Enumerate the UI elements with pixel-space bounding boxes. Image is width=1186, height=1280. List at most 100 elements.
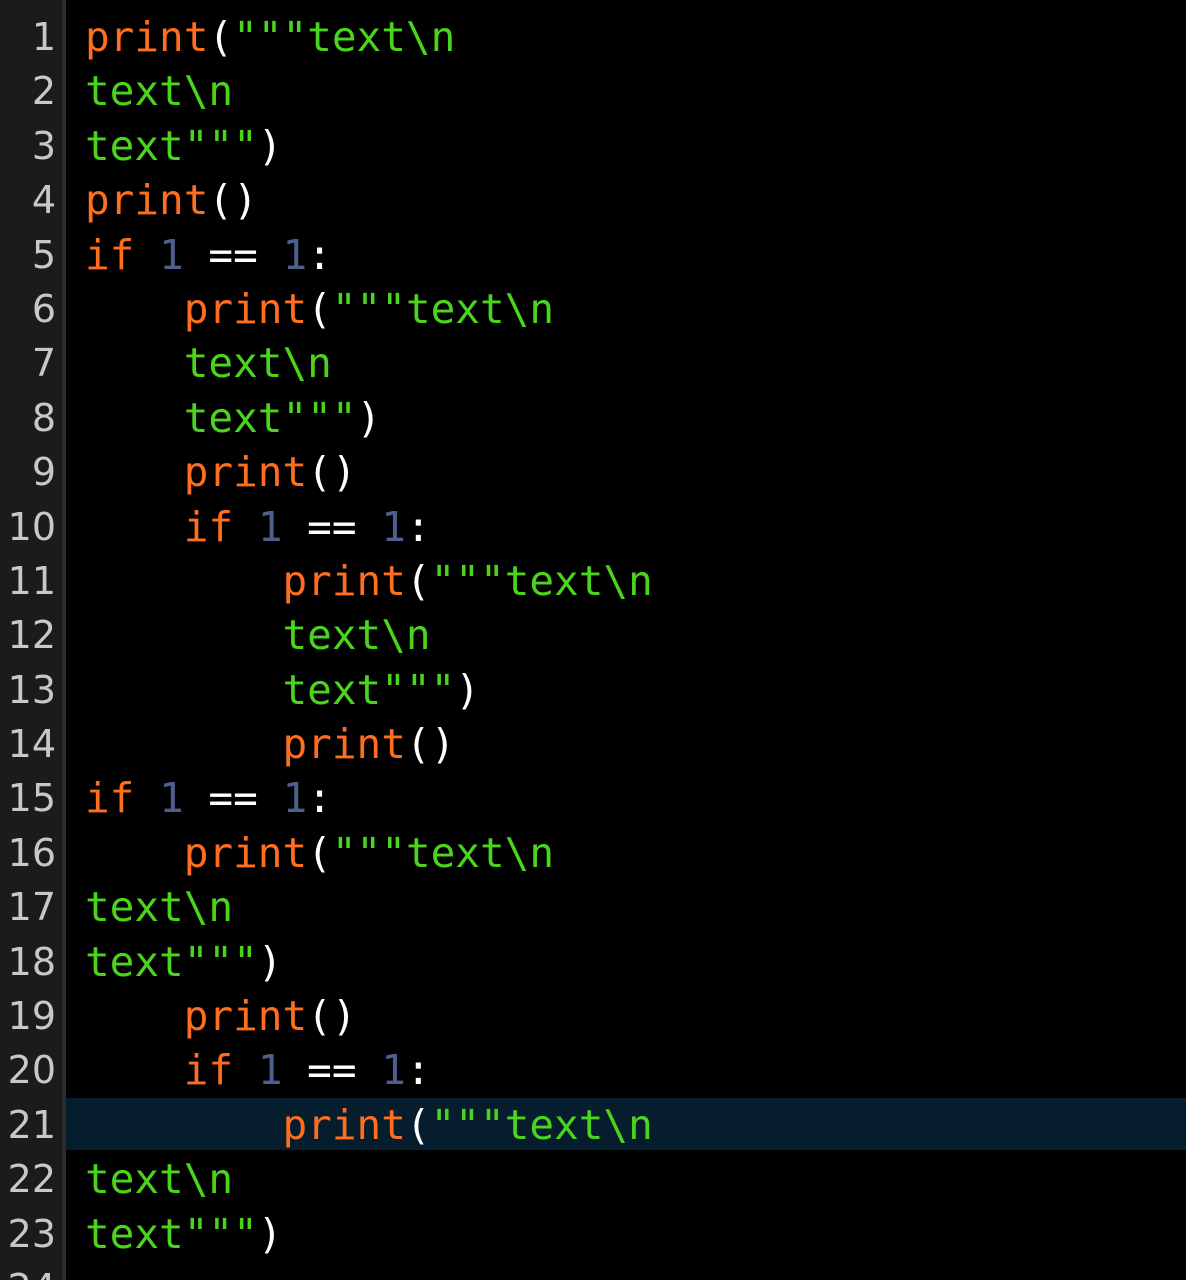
line-number: 1 [31, 15, 56, 59]
code-text: ( [405, 556, 431, 605]
line-code[interactable]: if 1 == 1: [85, 1043, 431, 1097]
code-line[interactable]: 17 text\n [0, 880, 1186, 934]
code-line[interactable]: 5 if 1 == 1: [0, 228, 1186, 282]
line-code[interactable]: print() [85, 445, 357, 499]
line-number: 17 [7, 885, 56, 930]
code-text: : [405, 502, 431, 551]
code-text: ) [257, 937, 283, 986]
line-code[interactable]: if 1 == 1: [85, 771, 332, 825]
code-line[interactable]: 16 print("""text\n [0, 826, 1186, 880]
line-code[interactable]: text""") [85, 119, 282, 173]
code-text: () [405, 720, 456, 769]
line-code[interactable]: text\n [85, 608, 430, 662]
line-number: 6 [31, 286, 56, 331]
line-code[interactable]: text\n [85, 1152, 233, 1206]
code-text: () [208, 176, 258, 225]
code-string: text""" [282, 665, 456, 714]
code-text: : [405, 1046, 431, 1095]
code-editor[interactable]: 1 print("""text\n 2 text\n 3 text""") 4 print()… [0, 0, 1186, 1280]
line-number: 8 [31, 395, 56, 440]
code-line[interactable]: 4 print() [0, 173, 1186, 227]
line-code[interactable]: print() [85, 717, 455, 771]
code-string: text""" [183, 393, 357, 442]
code-line[interactable]: 7 text\n [0, 336, 1186, 390]
line-number: 16 [7, 830, 56, 875]
line-number: 18 [7, 939, 56, 984]
line-code[interactable]: if 1 == 1: [85, 500, 431, 554]
code-text: ) [455, 665, 480, 714]
code-text: () [307, 992, 357, 1041]
line-code[interactable]: text""") [85, 663, 480, 717]
code-number: 1 [381, 502, 406, 551]
code-line[interactable]: 13 text""") [0, 663, 1186, 717]
line-code[interactable]: text""") [85, 1207, 282, 1261]
code-line[interactable]: 2 text\n [0, 64, 1186, 118]
code-line[interactable]: 15 if 1 == 1: [0, 771, 1186, 825]
code-lines[interactable]: 1 print("""text\n 2 text\n 3 text""") 4 print()… [0, 10, 1186, 1280]
line-code[interactable]: text\n [85, 880, 233, 934]
code-number: 1 [159, 774, 184, 823]
line-number: 13 [7, 667, 56, 712]
line-number: 23 [7, 1211, 56, 1256]
code-line[interactable]: 1 print("""text\n [0, 10, 1186, 64]
line-number: 14 [7, 722, 56, 767]
code-keyword: print [85, 176, 209, 225]
line-code[interactable]: print("""text\n [85, 10, 455, 64]
line-number: 10 [7, 504, 56, 549]
code-line[interactable]: 23 text""") [0, 1207, 1186, 1261]
code-line[interactable]: 14 print() [0, 717, 1186, 771]
code-line[interactable]: 19 print() [0, 989, 1186, 1043]
code-line[interactable]: 12 text\n [0, 608, 1186, 662]
line-code[interactable]: text\n [85, 336, 332, 390]
line-code[interactable]: print("""text\n [85, 554, 653, 608]
code-line[interactable]: 9 print() [0, 445, 1186, 499]
code-line-current[interactable]: 21 print("""text\n [0, 1097, 1186, 1152]
line-code[interactable]: print("""text\n [85, 826, 554, 880]
line-number: 21 [7, 1102, 56, 1147]
line-code[interactable]: print("""text\n [85, 1098, 653, 1152]
code-keyword: print [183, 284, 308, 333]
code-number: 1 [257, 502, 283, 551]
line-code[interactable]: print() [85, 173, 258, 227]
code-string: text\n [183, 339, 332, 388]
line-code[interactable]: text""") [85, 391, 381, 445]
code-line[interactable]: 20 if 1 == 1: [0, 1043, 1186, 1097]
line-code[interactable]: text\n [85, 64, 233, 118]
line-code[interactable]: print() [85, 989, 357, 1043]
code-line[interactable]: 18 text""") [0, 935, 1186, 989]
code-text: : [307, 774, 332, 823]
line-number: 9 [31, 450, 56, 495]
code-text: ( [307, 284, 332, 333]
code-line[interactable]: 6 print("""text\n [0, 282, 1186, 336]
code-number: 1 [282, 230, 308, 279]
code-text: () [307, 448, 357, 497]
code-string: """text\n [233, 13, 456, 61]
line-code[interactable]: if 1 == 1: [85, 228, 332, 282]
code-text: ) [356, 393, 382, 442]
code-line[interactable]: 3 text""") [0, 119, 1186, 173]
code-text: == [282, 1046, 382, 1095]
code-text: == [183, 230, 283, 279]
code-line[interactable]: 8 text""") [0, 391, 1186, 445]
line-number: 4 [31, 178, 56, 223]
line-code[interactable]: print("""text\n [85, 282, 554, 336]
code-text: == [282, 502, 382, 551]
code-line[interactable]: 24 [0, 1261, 1186, 1280]
code-line[interactable]: 22 text\n [0, 1152, 1186, 1206]
code-string: text""" [85, 121, 258, 170]
code-string: """text\n [430, 556, 653, 605]
code-line[interactable]: 10 if 1 == 1: [0, 500, 1186, 554]
code-string: """text\n [331, 828, 555, 877]
line-code[interactable]: text""") [85, 935, 282, 989]
code-line[interactable]: 11 print("""text\n [0, 554, 1186, 608]
code-string: """text\n [430, 1100, 653, 1149]
code-string: text""" [85, 937, 258, 986]
